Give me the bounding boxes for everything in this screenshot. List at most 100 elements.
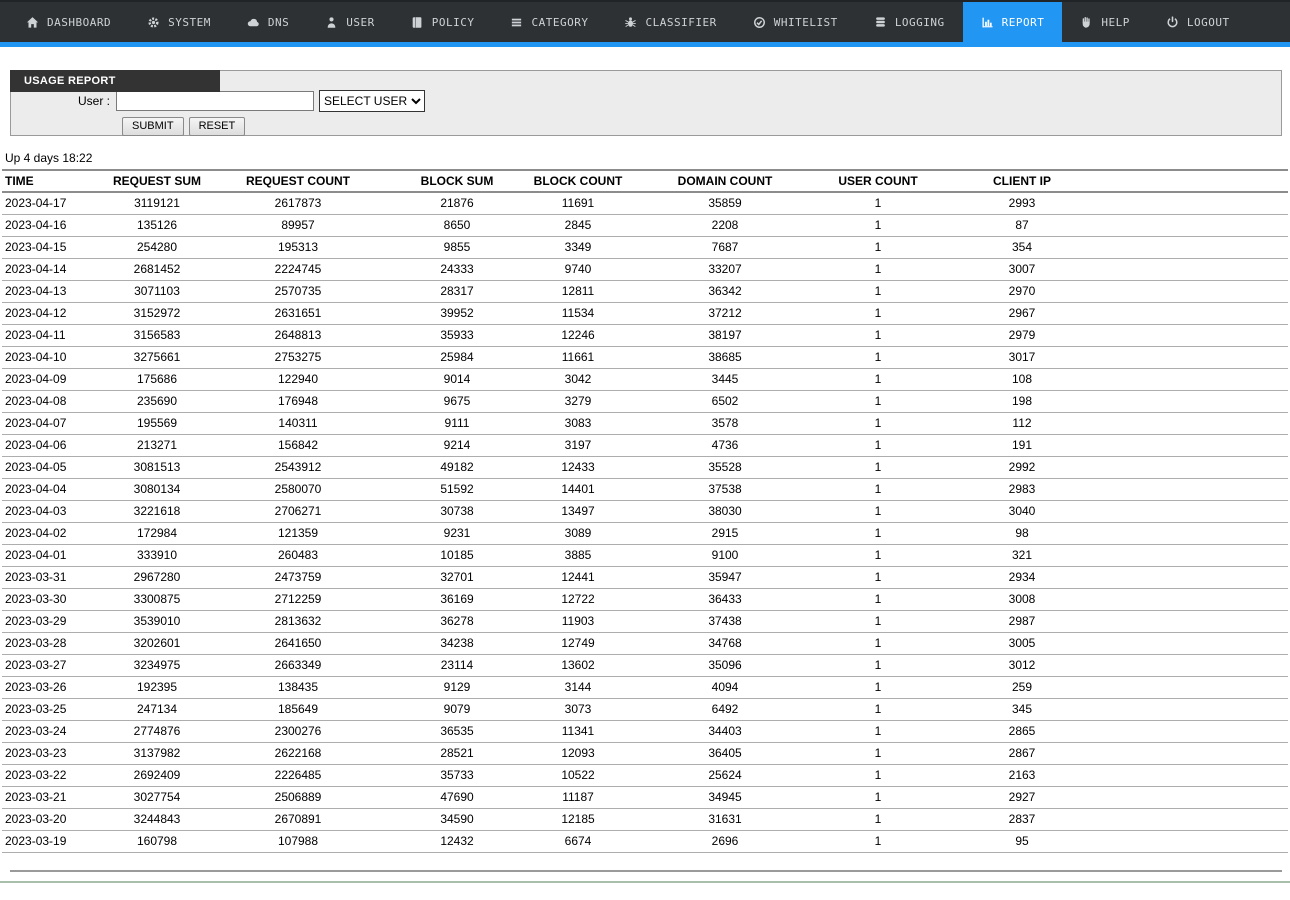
table-cell: 2224745 [212,258,384,281]
nav-item-help[interactable]: HELP [1062,2,1148,47]
table-cell: 3083 [530,412,626,435]
table-row: 2023-04-08 235690 176948 9675 3279 6502 1 198 [2,390,1288,413]
table-cell: 3042 [530,368,626,391]
bug-icon [624,16,637,29]
reset-button[interactable]: RESET [188,117,246,136]
nav-item-label: CATEGORY [531,15,589,29]
table-cell: 6502 [626,390,824,413]
table-cell: 247134 [102,698,212,721]
table-cell: 51592 [384,478,530,501]
table-cell: 2023-04-10 [2,346,102,369]
table-cell: 2023-03-24 [2,720,102,743]
select-user-dropdown[interactable]: SELECT USER [319,90,425,112]
nav-item-report[interactable]: REPORT [962,2,1063,47]
table-cell: 2023-03-29 [2,610,102,633]
table-cell: 3578 [626,412,824,435]
table-cell: 2970 [932,280,1112,303]
table-cell: 3300875 [102,588,212,611]
table-cell: 333910 [102,544,212,567]
nav-item-category[interactable]: CATEGORY [492,2,606,47]
table-cell: 12246 [530,324,626,347]
nav-item-logout[interactable]: LOGOUT [1148,2,1248,47]
table-cell: 9740 [530,258,626,281]
table-cell: 175686 [102,368,212,391]
table-cell: 11187 [530,786,626,809]
column-header: USER COUNT [824,170,932,193]
nav-item-dns[interactable]: DNS [229,2,307,47]
table-cell: 11534 [530,302,626,325]
table-cell: 2023-04-03 [2,500,102,523]
table-cell: 1 [824,324,932,347]
table-cell: 2023-04-12 [2,302,102,325]
table-row: 2023-03-23 3137982 2622168 28521 12093 36405 1… [2,742,1288,765]
table-cell: 6492 [626,698,824,721]
table-cell: 3152972 [102,302,212,325]
nav-item-label: DNS [267,15,290,29]
table-cell: 198 [932,390,1112,413]
nav-item-policy[interactable]: POLICY [393,2,493,47]
table-cell: 3539010 [102,610,212,633]
table-cell: 195569 [102,412,212,435]
nav-item-whitelist[interactable]: WHITELIST [735,2,856,47]
column-header: REQUEST COUNT [212,170,384,193]
table-cell: 1 [824,632,932,655]
table-row: 2023-04-03 3221618 2706271 30738 13497 38030 1… [2,500,1288,523]
table-cell: 28521 [384,742,530,765]
table-cell: 2023-04-06 [2,434,102,457]
nav-item-dashboard[interactable]: DASHBOARD [8,2,129,47]
usage-report-title: USAGE REPORT [10,70,220,92]
table-row: 2023-03-27 3234975 2663349 23114 13602 35096 1… [2,654,1288,677]
table-cell: 35733 [384,764,530,787]
table-cell: 2813632 [212,610,384,633]
table-cell: 2663349 [212,654,384,677]
nav-item-classifier[interactable]: CLASSIFIER [606,2,734,47]
gear-icon [147,16,160,29]
table-cell: 2617873 [212,192,384,215]
nav-item-logging[interactable]: LOGGING [856,2,963,47]
table-row: 2023-03-20 3244843 2670891 34590 12185 31631 1… [2,808,1288,831]
table-cell: 2967 [932,302,1112,325]
table-row: 2023-03-30 3300875 2712259 36169 12722 36433 1… [2,588,1288,611]
table-cell: 354 [932,236,1112,259]
table-cell: 14401 [530,478,626,501]
table-header-row: TIME REQUEST SUM REQUEST COUNT BLOCK SUM BLO… [2,170,1288,193]
column-header: BLOCK COUNT [530,170,626,193]
table-cell: 1 [824,654,932,677]
table-cell: 37212 [626,302,824,325]
table-cell: 13497 [530,500,626,523]
nav-item-label: CLASSIFIER [645,15,717,29]
nav-item-system[interactable]: SYSTEM [129,2,229,47]
usage-report-box: USAGE REPORT User : SELECT USER SUBMIT R… [10,70,1282,136]
user-input[interactable] [116,91,314,111]
table-cell: 38030 [626,500,824,523]
table-cell: 260483 [212,544,384,567]
table-cell: 11341 [530,720,626,743]
table-cell: 49182 [384,456,530,479]
table-cell: 11903 [530,610,626,633]
table-cell: 25624 [626,764,824,787]
power-icon [1166,15,1179,29]
bar-chart-icon [981,16,994,29]
table-cell: 185649 [212,698,384,721]
table-cell: 2506889 [212,786,384,809]
table-cell: 39952 [384,302,530,325]
table-cell: 2631651 [212,302,384,325]
table-cell: 138435 [212,676,384,699]
table-row: 2023-04-11 3156583 2648813 35933 12246 38197 1… [2,324,1288,347]
table-cell: 3279 [530,390,626,413]
table-cell: 36342 [626,280,824,303]
nav-item-user[interactable]: USER [307,2,393,47]
table-cell: 2163 [932,764,1112,787]
submit-button[interactable]: SUBMIT [122,117,184,136]
table-cell: 3349 [530,236,626,259]
table-row: 2023-04-07 195569 140311 9111 3083 3578 1 112 [2,412,1288,435]
table-cell: 36535 [384,720,530,743]
cloud-icon [247,16,260,29]
table-cell: 1 [824,258,932,281]
table-cell: 1 [824,566,932,589]
table-cell: 156842 [212,434,384,457]
table-row: 2023-04-04 3080134 2580070 51592 14401 37538 1… [2,478,1288,501]
table-cell: 34590 [384,808,530,831]
table-cell: 2543912 [212,456,384,479]
table-cell: 9855 [384,236,530,259]
